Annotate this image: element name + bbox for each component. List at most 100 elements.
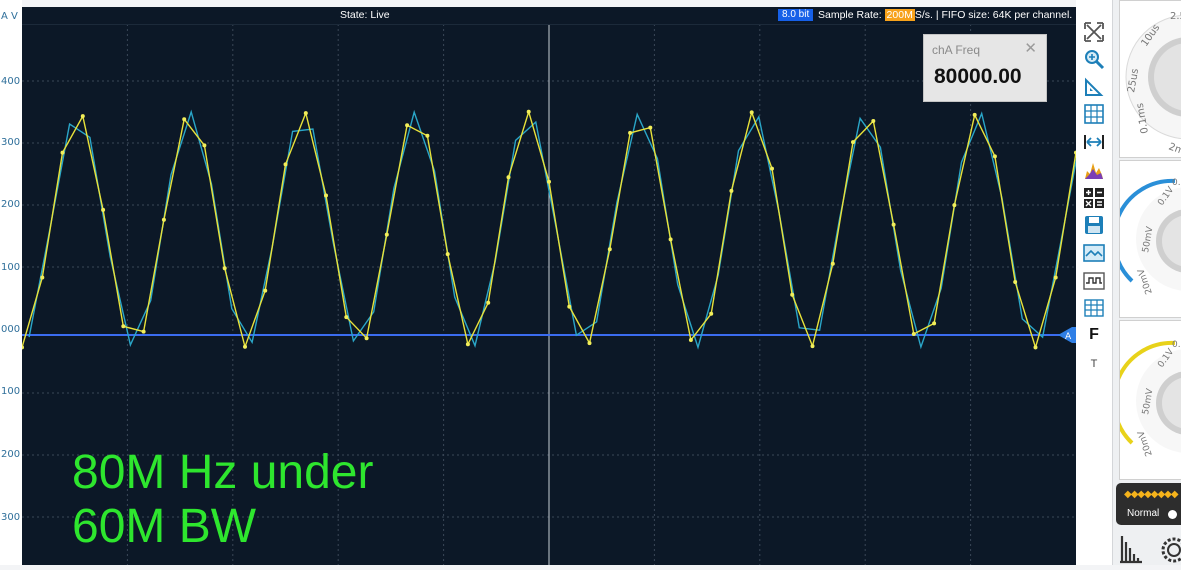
waveform-icon[interactable] <box>1081 269 1107 293</box>
axis-unit-label: A V <box>1 11 18 22</box>
sample-point <box>202 143 207 148</box>
volts-label: 0.2 <box>1172 178 1181 188</box>
timebase-label: 2ms <box>1167 141 1181 157</box>
spectrum-icon[interactable] <box>1120 536 1142 564</box>
axis-tick: 200 <box>1 199 21 210</box>
close-icon[interactable]: ✕ <box>1024 39 1037 57</box>
snapshot-icon[interactable] <box>1081 241 1107 265</box>
sample-point <box>141 329 146 334</box>
channel-a-volts-knob[interactable]: 0.1V 0.2 50mV 20mV <box>1119 160 1181 318</box>
sample-rate-value[interactable]: 200M <box>884 9 915 21</box>
channel-b-volts-knob[interactable]: 0.1V 0.2 50mV 20mV <box>1119 320 1181 480</box>
sample-point <box>161 217 166 222</box>
axis-tick: 200 <box>1 449 21 460</box>
sample-point <box>526 109 531 114</box>
sample-point <box>1013 280 1018 284</box>
control-knob-panel: 10us 25us 0.1ms 2.5 2ms 0.1V 0.2 50mV 20… <box>1112 0 1181 565</box>
sample-point <box>628 130 633 135</box>
sample-point <box>790 292 795 297</box>
vertical-axis-labels: A V 400 300 200 100 000 100 200 300 <box>0 0 22 565</box>
sample-point <box>972 112 977 117</box>
sample-point <box>1053 275 1058 280</box>
sample-point <box>101 207 106 212</box>
sample-point <box>22 345 24 350</box>
sample-point <box>688 338 693 342</box>
status-bar: State: Live 8.0 bit Sample Rate: 200M S/s… <box>22 7 1076 25</box>
zoom-icon[interactable] <box>1081 47 1107 71</box>
sample-point <box>709 311 714 316</box>
annotation-text: 80M Hz under 60M BW <box>72 446 373 554</box>
filter-button[interactable]: F <box>1081 323 1107 347</box>
axis-tick: 100 <box>1 262 21 273</box>
trigger-mode-button[interactable]: ◆◆◆◆◆◆◆◆ Normal <box>1116 483 1181 525</box>
sample-point <box>243 344 247 349</box>
axis-tick: 100 <box>1 386 21 397</box>
save-icon[interactable] <box>1081 213 1107 237</box>
sample-point <box>506 175 511 180</box>
sample-point <box>547 179 551 184</box>
sample-point <box>80 114 85 119</box>
trigger-indicator <box>1168 510 1177 519</box>
volts-label: 0.2 <box>1172 340 1181 350</box>
sample-point <box>344 315 349 320</box>
sample-point <box>891 222 896 227</box>
sample-point <box>425 133 430 138</box>
sample-point <box>587 341 592 346</box>
sample-point <box>182 117 187 122</box>
acquisition-state: State: Live <box>340 9 390 21</box>
sample-point <box>911 332 916 336</box>
sample-point <box>405 123 410 128</box>
annotation-line-1: 80M Hz under <box>72 446 374 499</box>
axis-tick: 000 <box>1 324 21 335</box>
measurement-value: 80000.00 <box>934 65 1022 88</box>
settings-gear-icon[interactable] <box>1161 537 1181 563</box>
tool-sidebar: F T <box>1076 0 1112 565</box>
channel-b-trace <box>28 109 1076 350</box>
trigger-mode-label: Normal <box>1127 508 1160 519</box>
sample-point <box>263 288 268 293</box>
sample-point <box>770 166 774 171</box>
sample-rate-info: Sample Rate: 200M S/s. | FIFO size: 64K p… <box>818 7 1072 24</box>
sample-point <box>1033 345 1038 350</box>
sample-point <box>486 300 491 305</box>
sample-point <box>445 252 450 257</box>
sample-point <box>648 125 653 130</box>
sample-point <box>465 342 470 347</box>
fit-screen-icon[interactable] <box>1081 20 1107 44</box>
trigger-button[interactable]: T <box>1081 352 1107 376</box>
sample-point <box>932 321 937 326</box>
sample-point <box>60 150 65 155</box>
sample-point <box>324 193 328 198</box>
grid-icon[interactable] <box>1081 102 1107 126</box>
sample-point <box>40 275 45 280</box>
sample-point <box>607 247 612 252</box>
channel-a-marker-label: A <box>1065 332 1072 342</box>
sample-point <box>749 110 754 115</box>
sample-point <box>871 119 876 123</box>
sample-point <box>992 154 997 159</box>
table-icon[interactable] <box>1081 296 1107 320</box>
sample-point <box>952 203 957 208</box>
sample-point <box>121 324 126 329</box>
triangle-measure-icon[interactable] <box>1081 75 1107 99</box>
axis-tick: 400 <box>1 76 21 87</box>
measurement-label: chA Freq <box>932 43 981 57</box>
bit-depth-badge[interactable]: 8.0 bit <box>778 9 814 21</box>
timebase-label: 2.5 <box>1170 11 1181 22</box>
horizontal-measure-icon[interactable] <box>1081 130 1107 154</box>
fifo-info: S/s. | FIFO size: 64K per channel. <box>914 9 1073 21</box>
bottom-tools <box>1116 528 1181 565</box>
annotation-line-2: 60M BW <box>72 500 257 553</box>
timebase-knob[interactable]: 10us 25us 0.1ms 2.5 2ms <box>1119 0 1181 158</box>
sample-point <box>222 266 227 271</box>
histogram-icon[interactable] <box>1081 158 1107 182</box>
sample-point <box>729 188 734 193</box>
sample-point <box>851 140 855 145</box>
sample-point <box>810 344 815 349</box>
math-icon[interactable] <box>1081 186 1107 210</box>
trigger-waveform-icon: ◆◆◆◆◆◆◆◆ <box>1124 489 1179 500</box>
sample-rate-label: Sample Rate: <box>818 9 882 21</box>
sample-point <box>364 336 369 341</box>
axis-tick: 300 <box>1 512 21 523</box>
frequency-measurement-box[interactable]: chA Freq ✕ 80000.00 <box>923 34 1047 102</box>
